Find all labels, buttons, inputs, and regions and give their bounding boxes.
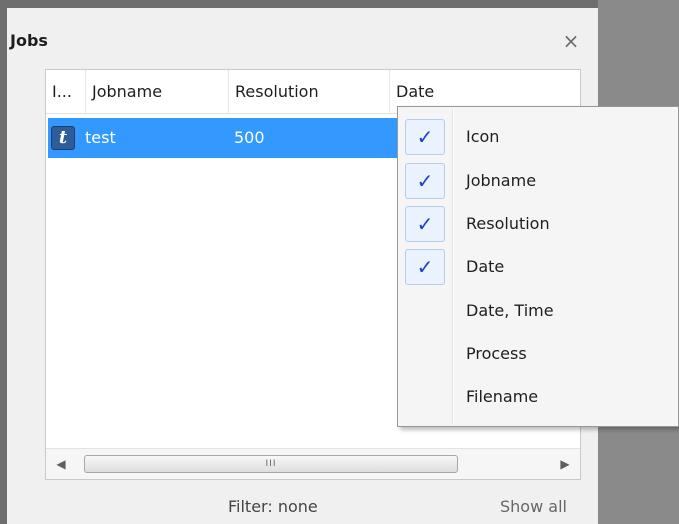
row-jobname: test: [85, 128, 116, 147]
menu-item-date[interactable]: ✓ Date: [400, 246, 676, 287]
check-icon: ✓: [405, 163, 445, 199]
menu-item-label: Icon: [466, 127, 500, 146]
menu-item-date-time[interactable]: Date, Time: [400, 290, 676, 331]
scrollbar-thumb[interactable]: III: [84, 455, 458, 473]
column-header-resolution[interactable]: Resolution: [229, 70, 390, 113]
menu-item-label: Process: [466, 344, 527, 363]
scroll-right-icon[interactable]: ▶: [552, 449, 578, 479]
show-all-link[interactable]: Show all: [500, 497, 567, 516]
menu-item-label: Resolution: [466, 214, 550, 233]
panel-left-border: [0, 8, 7, 524]
menu-item-icon[interactable]: ✓ Icon: [400, 116, 676, 157]
menu-item-label: Date, Time: [466, 301, 554, 320]
panel-top-border: [0, 0, 598, 8]
menu-item-jobname[interactable]: ✓ Jobname: [400, 160, 676, 201]
row-resolution: 500: [234, 128, 265, 147]
horizontal-scrollbar[interactable]: ◀ III ▶: [46, 448, 580, 479]
menu-item-resolution[interactable]: ✓ Resolution: [400, 203, 676, 244]
filter-status: Filter: none: [228, 497, 318, 516]
check-icon: ✓: [405, 206, 445, 242]
check-icon: ✓: [405, 249, 445, 285]
close-icon[interactable]: ×: [558, 28, 584, 54]
panel-title: Jobs: [10, 31, 48, 50]
column-header-jobname[interactable]: Jobname: [86, 70, 229, 113]
menu-item-label: Date: [466, 257, 505, 276]
menu-item-label: Jobname: [466, 171, 537, 190]
menu-item-label: Filename: [466, 387, 539, 406]
scroll-left-icon[interactable]: ◀: [48, 449, 74, 479]
column-header-icon[interactable]: I...: [46, 70, 86, 113]
menu-item-process[interactable]: Process: [400, 333, 676, 374]
menu-item-filename[interactable]: Filename: [400, 376, 676, 417]
column-context-menu: ✓ Icon ✓ Jobname ✓ Resolution ✓ Date Dat…: [397, 106, 679, 427]
check-icon: ✓: [405, 119, 445, 155]
grip-icon: III: [265, 459, 277, 469]
job-type-icon: t: [51, 126, 75, 150]
